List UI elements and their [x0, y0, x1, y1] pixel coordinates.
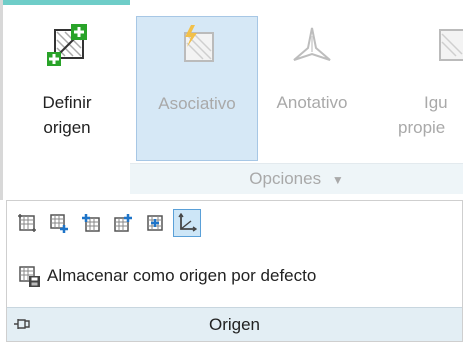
- origin-tool-button-2[interactable]: [45, 209, 73, 237]
- match-properties-label-line1: Igu: [424, 93, 448, 112]
- associative-toggle-button[interactable]: Asociativo: [136, 16, 258, 161]
- define-origin-label-line2: origen: [43, 118, 91, 137]
- panel-footer: Origen: [7, 307, 462, 341]
- origin-tool-button-1[interactable]: [13, 209, 41, 237]
- origin-add-top-right-icon: [114, 214, 132, 232]
- options-dropdown[interactable]: Opciones ▼: [130, 163, 463, 194]
- origin-tool-button-3[interactable]: [77, 209, 105, 237]
- origin-add-top-left-icon: [82, 214, 100, 232]
- define-origin-label: Definir origen: [22, 90, 112, 140]
- define-origin-label-line1: Definir: [42, 93, 92, 112]
- ribbon-panel: Definir origen Asociativo Anotativo Igu …: [0, 0, 463, 342]
- match-properties-button[interactable]: Igu propie: [386, 16, 463, 161]
- origin-add-bottom-right-icon: [50, 214, 68, 233]
- annotative-icon: [293, 27, 331, 61]
- match-properties-icon: [439, 29, 463, 61]
- match-properties-label: Igu propie: [386, 90, 463, 140]
- annotative-label: Anotativo: [276, 93, 348, 112]
- panel-title: Origen: [208, 315, 261, 334]
- associative-icon: [184, 25, 214, 62]
- options-label: Opciones: [249, 169, 322, 188]
- associative-label: Asociativo: [158, 94, 236, 113]
- origin-add-center-icon: [147, 215, 163, 231]
- origin-tool-button-4[interactable]: [109, 209, 137, 237]
- match-properties-label-line2: propie: [398, 118, 446, 137]
- origin-tool-button-5[interactable]: [141, 209, 169, 237]
- define-origin-icon: [47, 24, 87, 66]
- origin-tools-row: [13, 209, 201, 239]
- origin-tool-button-6[interactable]: [173, 209, 201, 237]
- origin-flyout-panel: Almacenar como origen por defecto Origen: [6, 200, 463, 342]
- tab-accent-bar: [0, 0, 130, 5]
- store-default-origin-button[interactable]: Almacenar como origen por defecto: [17, 261, 316, 291]
- origin-axes-icon: [178, 213, 197, 232]
- annotative-button[interactable]: Anotativo: [262, 16, 362, 161]
- chevron-down-icon: ▼: [331, 173, 344, 187]
- define-origin-button[interactable]: Definir origen: [22, 16, 112, 161]
- store-default-icon: [19, 266, 40, 287]
- origin-grid-icon: [18, 214, 36, 232]
- panel-divider: [0, 0, 3, 200]
- store-default-label: Almacenar como origen por defecto: [47, 266, 317, 285]
